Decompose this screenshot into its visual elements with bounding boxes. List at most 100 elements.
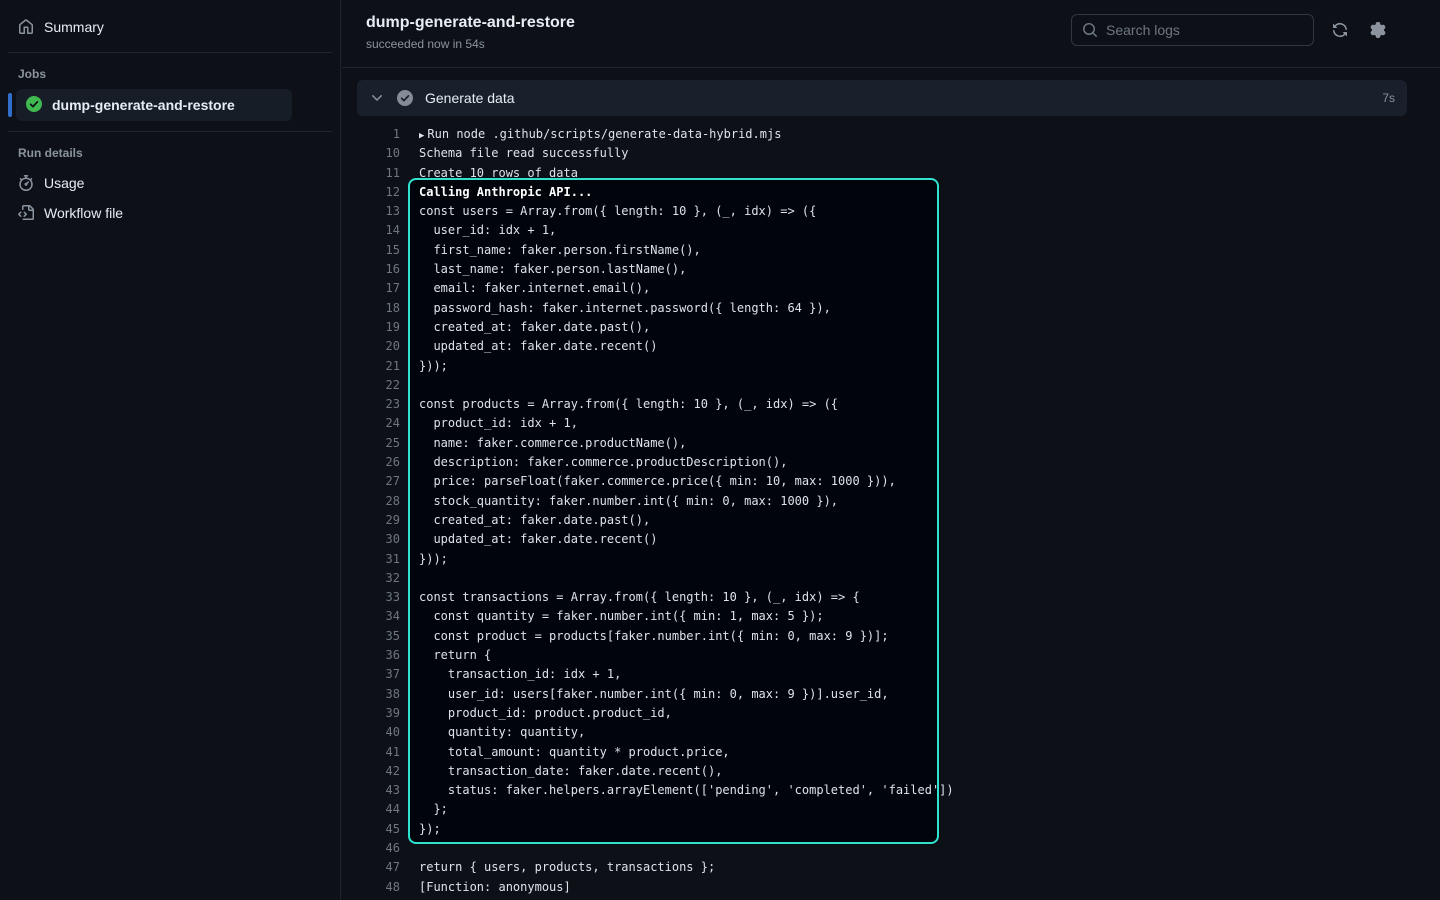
job-name: dump-generate-and-restore bbox=[52, 97, 235, 113]
log-line-number[interactable]: 32 bbox=[357, 569, 400, 588]
log-line: 15 first_name: faker.person.firstName(), bbox=[357, 241, 1407, 260]
log-line-number[interactable]: 14 bbox=[357, 221, 400, 240]
log-line: 34 const quantity = faker.number.int({ m… bbox=[357, 607, 1407, 626]
refresh-logs-button[interactable] bbox=[1328, 18, 1352, 42]
header-actions bbox=[1071, 14, 1412, 46]
sidebar-item-workflow-file[interactable]: Workflow file bbox=[8, 198, 332, 228]
sidebar-item-usage[interactable]: Usage bbox=[8, 168, 332, 198]
log-line-number[interactable]: 39 bbox=[357, 704, 400, 723]
log-line-number[interactable]: 44 bbox=[357, 800, 400, 819]
log-line-number[interactable]: 30 bbox=[357, 530, 400, 549]
run-details-section-header: Run details bbox=[0, 142, 340, 168]
search-logs-box[interactable] bbox=[1071, 14, 1314, 46]
sidebar-workflow-file-label: Workflow file bbox=[44, 205, 123, 221]
log-line-text: email: faker.internet.email(), bbox=[400, 279, 650, 298]
log-line: 35 const product = products[faker.number… bbox=[357, 627, 1407, 646]
log-line: 31})); bbox=[357, 550, 1407, 569]
log-line-number[interactable]: 34 bbox=[357, 607, 400, 626]
log-line-number[interactable]: 25 bbox=[357, 434, 400, 453]
log-line-text: created_at: faker.date.past(), bbox=[400, 318, 650, 337]
log-line-number[interactable]: 23 bbox=[357, 395, 400, 414]
log-line-number[interactable]: 35 bbox=[357, 627, 400, 646]
sidebar-item-job-dump-generate-and-restore[interactable]: dump-generate-and-restore bbox=[16, 89, 292, 121]
log-line-number[interactable]: 19 bbox=[357, 318, 400, 337]
log-line-text: user_id: idx + 1, bbox=[400, 221, 556, 240]
log-line: 36 return { bbox=[357, 646, 1407, 665]
log-line-number[interactable]: 43 bbox=[357, 781, 400, 800]
log-line-text: const products = Array.from({ length: 10… bbox=[400, 395, 838, 414]
log-line-text: password_hash: faker.internet.password({… bbox=[400, 299, 831, 318]
log-line-number[interactable]: 47 bbox=[357, 858, 400, 877]
log-line-number[interactable]: 38 bbox=[357, 685, 400, 704]
log-line: 39 product_id: product.product_id, bbox=[357, 704, 1407, 723]
log-line-number[interactable]: 36 bbox=[357, 646, 400, 665]
log-line-text: description: faker.commerce.productDescr… bbox=[400, 453, 787, 472]
log-line-text: total_amount: quantity * product.price, bbox=[400, 743, 730, 762]
chevron-down-icon[interactable] bbox=[369, 90, 385, 106]
log-line-number[interactable]: 45 bbox=[357, 820, 400, 839]
log-line-number[interactable]: 28 bbox=[357, 492, 400, 511]
log-line-text: last_name: faker.person.lastName(), bbox=[400, 260, 686, 279]
expand-group-icon[interactable]: ▶ bbox=[419, 131, 424, 141]
log-line-number[interactable]: 41 bbox=[357, 743, 400, 762]
log-line-text: user_id: users[faker.number.int({ min: 0… bbox=[400, 685, 889, 704]
gear-icon bbox=[1370, 22, 1386, 38]
log-line-number[interactable]: 31 bbox=[357, 550, 400, 569]
log-line-text: const users = Array.from({ length: 10 },… bbox=[400, 202, 816, 221]
log-line: 13const users = Array.from({ length: 10 … bbox=[357, 202, 1407, 221]
log-line-number[interactable]: 17 bbox=[357, 279, 400, 298]
log-settings-button[interactable] bbox=[1366, 18, 1390, 42]
log-line: 29 created_at: faker.date.past(), bbox=[357, 511, 1407, 530]
log-line-number[interactable]: 48 bbox=[357, 878, 400, 897]
log-line-text: transaction_date: faker.date.recent(), bbox=[400, 762, 722, 781]
sidebar-summary-label: Summary bbox=[44, 19, 104, 35]
log-line: 21})); bbox=[357, 357, 1407, 376]
log-line-number[interactable]: 20 bbox=[357, 337, 400, 356]
log-line-text: quantity: quantity, bbox=[400, 723, 585, 742]
log-line-number[interactable]: 21 bbox=[357, 357, 400, 376]
log-line: 48[Function: anonymous] bbox=[357, 878, 1407, 897]
log-line-number[interactable]: 12 bbox=[357, 183, 400, 202]
log-line-number[interactable]: 22 bbox=[357, 376, 400, 395]
log-line: 43 status: faker.helpers.arrayElement(['… bbox=[357, 781, 1407, 800]
log-line-number[interactable]: 18 bbox=[357, 299, 400, 318]
log-lines: 1▶Run node .github/scripts/generate-data… bbox=[357, 125, 1407, 900]
log-line-number[interactable]: 37 bbox=[357, 665, 400, 684]
log-line: 24 product_id: idx + 1, bbox=[357, 414, 1407, 433]
log-line-text: Calling Anthropic API... bbox=[400, 183, 592, 202]
log-line-number[interactable]: 13 bbox=[357, 202, 400, 221]
log-line-number[interactable]: 42 bbox=[357, 762, 400, 781]
sidebar-divider bbox=[8, 52, 332, 53]
log-line: 25 name: faker.commerce.productName(), bbox=[357, 434, 1407, 453]
log-line: 37 transaction_id: idx + 1, bbox=[357, 665, 1407, 684]
search-logs-input[interactable] bbox=[1106, 22, 1303, 38]
log-line-text bbox=[400, 376, 419, 395]
log-line: 20 updated_at: faker.date.recent() bbox=[357, 337, 1407, 356]
log-line-number[interactable]: 40 bbox=[357, 723, 400, 742]
jobs-section-header: Jobs bbox=[0, 63, 340, 89]
log-line-number[interactable]: 33 bbox=[357, 588, 400, 607]
log-line-number[interactable]: 46 bbox=[357, 839, 400, 858]
sync-icon bbox=[1332, 22, 1348, 38]
step-success-check-icon bbox=[397, 90, 413, 106]
log-line-text bbox=[400, 839, 419, 858]
log-line-number[interactable]: 27 bbox=[357, 472, 400, 491]
log-line-number[interactable]: 11 bbox=[357, 164, 400, 183]
log-line-text: updated_at: faker.date.recent() bbox=[400, 337, 657, 356]
log-line-number[interactable]: 29 bbox=[357, 511, 400, 530]
sidebar-item-summary[interactable]: Summary bbox=[8, 12, 332, 42]
log-line-text: return { users, products, transactions }… bbox=[400, 858, 715, 877]
stopwatch-icon bbox=[18, 175, 34, 191]
log-line-number[interactable]: 15 bbox=[357, 241, 400, 260]
log-line-text: }; bbox=[400, 800, 448, 819]
log-line: 11Create 10 rows of data bbox=[357, 164, 1407, 183]
step-title: Generate data bbox=[425, 90, 1370, 106]
log-line-number[interactable]: 16 bbox=[357, 260, 400, 279]
log-line-number[interactable]: 26 bbox=[357, 453, 400, 472]
log-line-text: stock_quantity: faker.number.int({ min: … bbox=[400, 492, 838, 511]
log-line-number[interactable]: 1 bbox=[357, 125, 400, 144]
step-header-generate-data[interactable]: Generate data 7s bbox=[357, 80, 1407, 116]
log-line-number[interactable]: 24 bbox=[357, 414, 400, 433]
log-line-number[interactable]: 10 bbox=[357, 144, 400, 163]
main-content: dump-generate-and-restore succeeded now … bbox=[342, 0, 1440, 900]
